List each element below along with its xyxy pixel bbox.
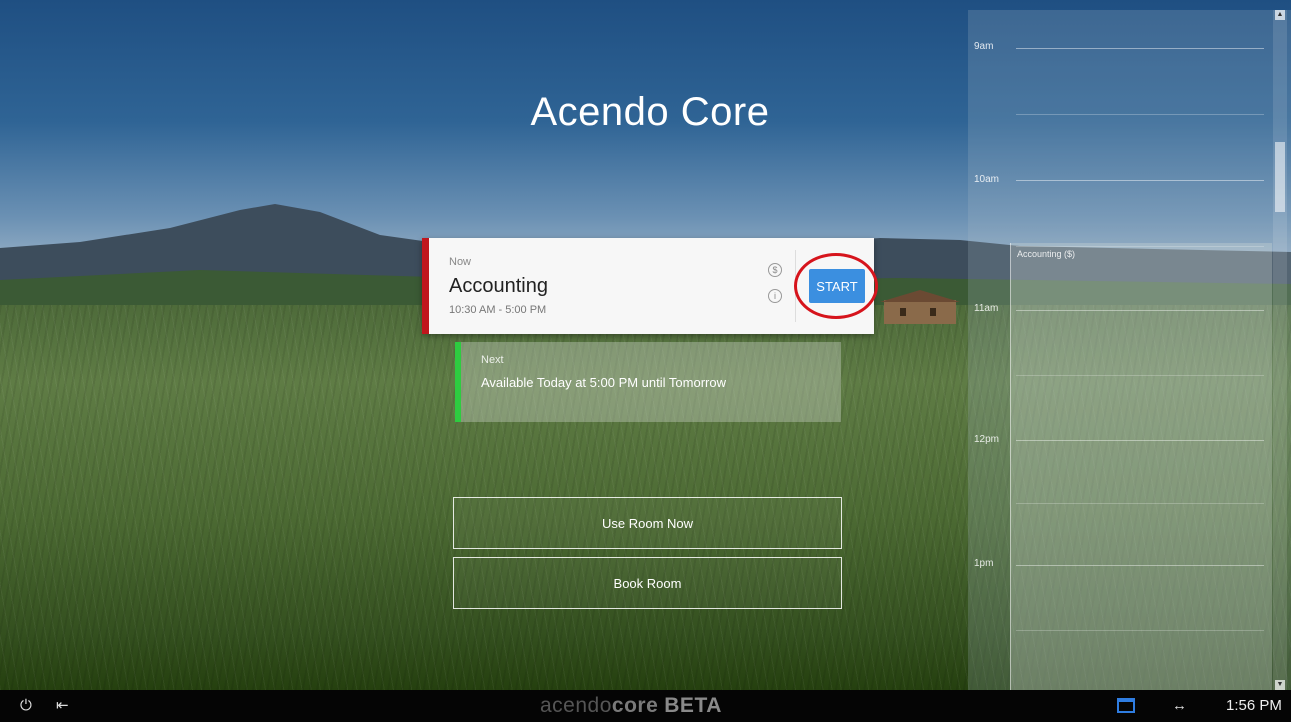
brand-logo-part-beta: BETA: [664, 694, 722, 717]
app-title: Acendo Core: [530, 90, 770, 134]
next-label: Next: [481, 354, 504, 366]
info-icon[interactable]: i: [768, 289, 782, 303]
timeline-hour-1pm: 1pm: [974, 558, 994, 569]
timeline-hour-10am: 10am: [974, 174, 1000, 185]
timeline-half-line: [1016, 114, 1264, 115]
next-availability-card: Next Available Today at 5:00 PM until To…: [455, 342, 841, 422]
taskbar: ⏻ ⇤ acendocore BETA ↔ 1:56 PM: [0, 690, 1291, 722]
brand-logo: acendocore BETA: [540, 694, 722, 718]
timeline-hour-9am: 9am: [974, 41, 994, 52]
scroll-down-arrow-icon[interactable]: ▼: [1275, 680, 1285, 690]
now-label: Now: [449, 256, 472, 268]
kiosk-screen: Acendo Core 9am 10am 11am 12pm 1pm Accou…: [0, 0, 1291, 690]
money-icon[interactable]: $: [768, 263, 782, 277]
start-button-highlight-circle: [794, 253, 878, 319]
timeline-event-label: Accounting ($): [1017, 249, 1076, 259]
logout-icon[interactable]: ⇤: [56, 696, 69, 716]
use-room-now-button[interactable]: Use Room Now: [453, 497, 842, 549]
current-meeting-time: 10:30 AM - 5:00 PM: [449, 304, 547, 316]
taskbar-clock: 1:56 PM: [1226, 697, 1282, 714]
timeline-hour-11am: 11am: [974, 303, 999, 314]
brand-logo-part-core: core: [611, 694, 659, 717]
current-meeting-title: Accounting: [449, 275, 548, 297]
timeline-hour-12pm: 12pm: [974, 434, 1000, 445]
timeline-scrollbar[interactable]: ▲ ▼: [1273, 10, 1287, 690]
timeline-hour-line: [1016, 180, 1264, 181]
scroll-thumb[interactable]: [1275, 142, 1285, 212]
timeline-hour-line: [1016, 48, 1264, 49]
book-room-button[interactable]: Book Room: [453, 557, 842, 609]
scroll-up-arrow-icon[interactable]: ▲: [1275, 10, 1285, 20]
calendar-icon[interactable]: [1117, 698, 1135, 713]
arrows-icon[interactable]: ↔: [1172, 696, 1187, 716]
background-farmhouse: [880, 290, 960, 324]
schedule-timeline[interactable]: 9am 10am 11am 12pm 1pm Accounting ($): [968, 10, 1291, 690]
timeline-event-accounting[interactable]: Accounting ($): [1010, 243, 1272, 690]
power-icon[interactable]: ⏻: [20, 696, 32, 716]
next-availability-text: Available Today at 5:00 PM until Tomorro…: [481, 375, 726, 390]
brand-logo-part-acendo: acendo: [540, 694, 612, 717]
